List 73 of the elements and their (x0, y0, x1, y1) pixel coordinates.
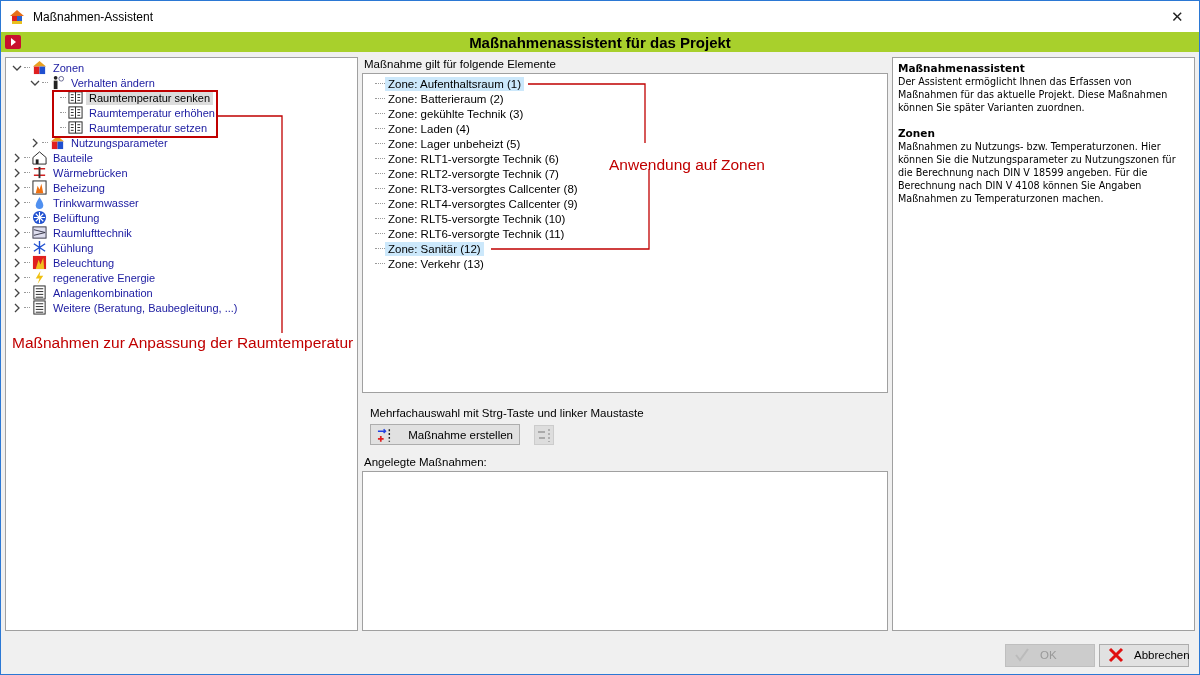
house-icon (9, 8, 25, 25)
close-button[interactable]: ✕ (1155, 1, 1199, 32)
window-title: Maßnahmen-Assistent (33, 9, 155, 24)
annotation: Anwendung auf Zonen (609, 156, 765, 174)
chevron-icon[interactable] (30, 137, 40, 148)
list-caption: Maßnahme gilt für folgende Elemente (363, 57, 557, 72)
book-icon (68, 120, 83, 135)
list-icon (32, 285, 47, 300)
house-icon (50, 135, 65, 150)
snowflake-icon (32, 240, 47, 255)
tree-item[interactable]: Trinkwarmwasser (50, 195, 142, 210)
header-title: Maßnahmenassistent für das Projekt (468, 33, 732, 51)
info-text: Der Assistent ermöglicht Ihnen das Erfassen von Maßnahmen für das aktuelle Projekt. Diese Maßnahmen können Sie später Varianten zuordnen. (898, 75, 1169, 114)
cancel-button[interactable]: Abbrechen (1099, 643, 1189, 667)
tree-item[interactable]: Raumtemperatur setzen (86, 120, 210, 135)
fire-icon (32, 180, 47, 195)
zone-item[interactable]: Zone: Aufenthaltsraum (1) (385, 76, 524, 91)
chevron-icon[interactable] (12, 152, 22, 163)
tree-item[interactable]: Beleuchtung (50, 255, 118, 270)
tree-item[interactable]: Kühlung (50, 240, 97, 255)
info-text: Maßnahmen zu Nutzungs- bzw. Temperaturzonen. Hier können Sie die Nutzungsparameter zu Nutzungszonen für die Berechnung nach DIN V 18599 angeben. Für die Berechnung nach DIN V 4108 können Sie Angaben Maßnahmen zu Temperaturzonen machen. (898, 140, 1177, 205)
zone-item[interactable]: Zone: Verkehr (13) (385, 256, 487, 271)
chevron-icon[interactable] (12, 302, 22, 313)
house-outline-icon (32, 150, 47, 165)
zone-item[interactable]: Zone: RLT5-versorgte Technik (10) (385, 211, 569, 226)
house-icon (32, 60, 47, 75)
create-button[interactable]: Maßnahme erstellen (370, 424, 520, 445)
zone-item[interactable]: Zone: gekühlte Technik (3) (385, 106, 527, 121)
zone-item[interactable]: Zone: Sanitär (12) (385, 241, 484, 256)
tree-item[interactable]: Zonen (50, 60, 88, 75)
chevron-icon[interactable] (12, 257, 22, 268)
chevron-icon[interactable] (12, 287, 22, 298)
hint-text: Mehrfachauswahl mit Strg-Taste und linker Maustaste (369, 407, 645, 421)
play-icon[interactable] (5, 35, 21, 49)
tree-item[interactable]: Weitere (Beratung, Baubegleitung, ...) (50, 300, 241, 315)
panel-icon (32, 225, 47, 240)
zone-item[interactable]: Zone: Lager unbeheizt (5) (385, 136, 524, 151)
tree-item[interactable]: Beheizung (50, 180, 108, 195)
chevron-icon[interactable] (12, 212, 22, 223)
close-icon (1108, 647, 1124, 663)
zone-item[interactable]: Zone: RLT6-versorgte Technik (11) (385, 226, 568, 241)
annotation: Maßnahmen zur Anpassung der Raumtemperatur (12, 334, 354, 352)
list-caption: Angelegte Maßnahmen: (363, 455, 488, 470)
zone-item[interactable]: Zone: RLT2-versorgte Technik (7) (385, 166, 562, 181)
bridge-icon (32, 165, 47, 180)
tree-item[interactable]: regenerative Energie (50, 270, 159, 285)
tree-item[interactable]: Bauteile (50, 150, 96, 165)
chevron-icon[interactable] (12, 227, 22, 238)
list-icon (32, 300, 47, 315)
zone-item[interactable]: Zone: RLT1-versorgte Technik (6) (385, 151, 562, 166)
zone-item[interactable]: Zone: Batterieraum (2) (385, 91, 507, 106)
tree-item[interactable]: Wärmebrücken (50, 165, 131, 180)
zone-item[interactable]: Zone: RLT4-versorgtes Callcenter (9) (385, 196, 581, 211)
chevron-icon[interactable] (12, 272, 22, 283)
arrow-plus-icon (377, 426, 393, 443)
tree-item[interactable]: Belüftung (50, 210, 103, 225)
chevron-icon[interactable] (12, 242, 22, 253)
tree-item[interactable]: Anlagenkombination (50, 285, 156, 300)
chevron-icon[interactable] (12, 197, 22, 208)
info-heading: Maßnahmenassistent (898, 62, 1026, 75)
chevron-icon[interactable] (12, 167, 22, 178)
zone-item[interactable]: Zone: Laden (4) (385, 121, 473, 136)
book-icon (68, 105, 83, 120)
tree-item[interactable]: Raumtemperatur erhöhen (86, 105, 218, 120)
tree-item[interactable]: Verhalten ändern (68, 75, 158, 90)
tree-item[interactable]: Nutzungsparameter (68, 135, 171, 150)
tree-item[interactable]: Raumlufttechnik (50, 225, 135, 240)
info-heading: Zonen (898, 127, 936, 140)
fan-icon (32, 210, 47, 225)
chevron-icon[interactable] (12, 182, 22, 193)
zone-item[interactable]: Zone: RLT3-versorgtes Callcenter (8) (385, 181, 581, 196)
arrow-list-icon (536, 426, 552, 443)
flame-icon (32, 255, 47, 270)
